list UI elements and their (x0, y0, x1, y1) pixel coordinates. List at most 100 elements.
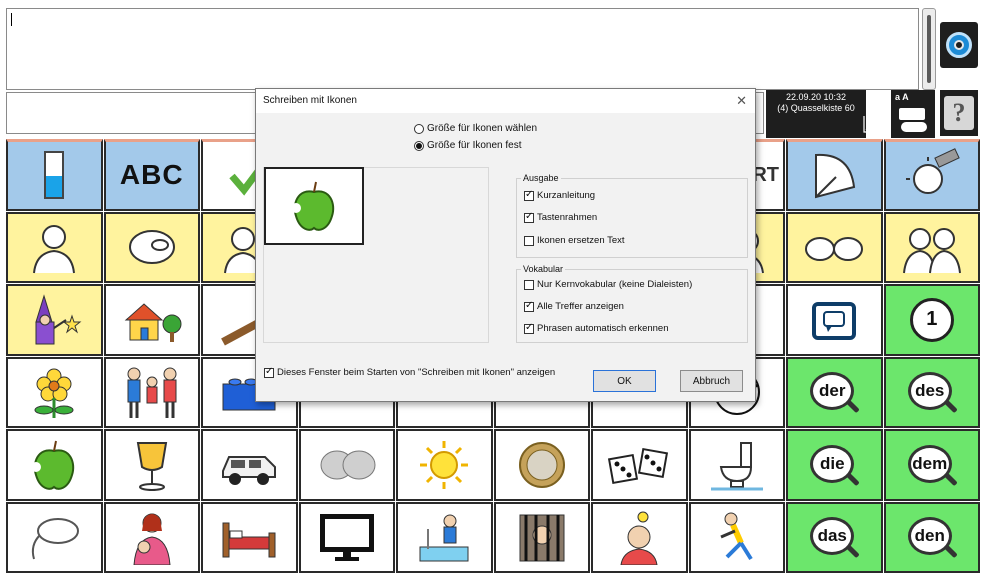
radio-fixed-size[interactable]: Größe für Ikonen fest (414, 140, 522, 151)
write-with-icons-dialog: Schreiben mit Ikonen ✕ Größe für Ikonen … (255, 88, 756, 402)
checkbox-detect-phrases[interactable]: Phrasen automatisch erkennen (524, 322, 669, 334)
radio-fixed-size-indicator[interactable] (414, 140, 424, 151)
checkbox-detect-phrases-box[interactable] (524, 322, 534, 334)
wizard-cell[interactable] (6, 284, 103, 356)
close-icon[interactable]: ✕ (736, 93, 747, 109)
man-signing-cell[interactable] (6, 211, 103, 283)
dice-cell[interactable] (591, 429, 688, 501)
abc-icon: ABC (119, 159, 184, 191)
checkbox-icons-replace-text-label: Ikonen ersetzen Text (537, 235, 625, 246)
status-profile: (4) Quasselkiste 60 (777, 103, 855, 113)
battery-cell[interactable] (6, 139, 103, 211)
text-scrollbar[interactable] (922, 8, 936, 90)
help-button[interactable]: ? (940, 90, 978, 136)
flower-cell[interactable] (6, 356, 103, 428)
checkbox-short-guide[interactable]: Kurzanleitung (524, 189, 595, 201)
idea-person-icon (620, 511, 658, 566)
message-text-area[interactable] (6, 8, 919, 90)
checkbox-icons-replace-text-box[interactable] (524, 235, 534, 246)
text-caret (11, 13, 12, 26)
gear-icon (946, 32, 972, 58)
magnifier-icon: den (906, 515, 958, 559)
idea-person-cell[interactable] (591, 501, 688, 573)
house-cell[interactable] (103, 284, 200, 356)
word-die-cell[interactable]: die (786, 429, 883, 501)
abc-cell[interactable]: ABC (103, 139, 200, 211)
car-cell[interactable] (201, 429, 298, 501)
bed-icon (222, 522, 276, 558)
family-icon (127, 367, 177, 419)
status-datetime: 22.09.20 10:32 (785, 92, 847, 102)
dialog-titlebar: Schreiben mit Ikonen ✕ (256, 89, 755, 113)
keyboard-letters: a A (895, 92, 909, 102)
word-des-cell[interactable]: des (883, 356, 980, 428)
fan-icon (815, 154, 856, 199)
word-das-cell[interactable]: das (786, 501, 883, 573)
radio-choose-size-indicator[interactable] (414, 123, 424, 134)
mother-baby-icon (133, 513, 171, 566)
checkbox-key-frame[interactable]: Tastenrahmen (524, 211, 597, 223)
magnifier-icon: das (808, 515, 860, 559)
checkbox-show-all-hits-box[interactable] (524, 300, 534, 312)
toilet-icon (710, 441, 763, 491)
ok-button[interactable]: OK (593, 370, 656, 392)
word-dem-cell[interactable]: dem (883, 429, 980, 501)
word-one-cell[interactable]: 1 (883, 284, 980, 356)
trend-graph-icon (863, 116, 890, 133)
apple-icon (291, 181, 335, 231)
eraser-cell[interactable] (883, 139, 980, 211)
tablet-cell[interactable] (786, 284, 883, 356)
glass-cell[interactable] (103, 429, 200, 501)
fan-cell[interactable] (786, 139, 883, 211)
mother-baby-cell[interactable] (103, 501, 200, 573)
checkbox-show-on-start-box[interactable] (264, 366, 274, 378)
checkbox-show-on-start[interactable]: Dieses Fenster beim Starten von "Schreib… (264, 366, 555, 378)
checkbox-short-guide-box[interactable] (524, 189, 534, 201)
swimming-pool-cell[interactable] (396, 501, 493, 573)
running-person-cell[interactable] (688, 501, 785, 573)
monitor-cell[interactable] (298, 501, 395, 573)
word-der-cell[interactable]: der (786, 356, 883, 428)
family-cell[interactable] (103, 356, 200, 428)
checkbox-core-vocab[interactable]: Nur Kernvokabular (keine Dialeisten) (524, 279, 692, 290)
checkbox-core-vocab-box[interactable] (524, 279, 534, 290)
checkbox-key-frame-box[interactable] (524, 211, 534, 223)
radio-choose-size-label: Größe für Ikonen wählen (427, 123, 538, 134)
cloud-icon (901, 122, 927, 132)
settings-button[interactable] (940, 22, 978, 68)
tablet-icon (812, 301, 857, 340)
elephant-cell[interactable] (298, 429, 395, 501)
two-hands-icon (805, 237, 864, 262)
checkbox-show-all-hits-label: Alle Treffer anzeigen (537, 301, 624, 312)
coin-cell[interactable] (493, 429, 590, 501)
apple-cell[interactable] (6, 429, 103, 501)
word-den-cell[interactable]: den (883, 501, 980, 573)
pointing-hand-icon (128, 230, 175, 265)
checkbox-detect-phrases-label: Phrasen automatisch erkennen (537, 323, 669, 334)
number-one-icon: 1 (909, 297, 954, 342)
toilet-cell[interactable] (688, 429, 785, 501)
icon-preview-frame (264, 167, 364, 245)
checkbox-show-all-hits[interactable]: Alle Treffer anzeigen (524, 300, 624, 312)
elephant-icon (320, 450, 376, 480)
radio-choose-size[interactable]: Größe für Ikonen wählen (414, 123, 537, 134)
two-hands-cell[interactable] (786, 211, 883, 283)
man-signing-icon (33, 225, 76, 274)
bed-cell[interactable] (201, 501, 298, 573)
glass-icon (136, 441, 167, 491)
vocab-group-label: Vokabular (521, 264, 566, 274)
sun-cell[interactable] (396, 429, 493, 501)
two-people-cell[interactable] (883, 211, 980, 283)
dice-icon (608, 447, 669, 484)
monitor-icon (319, 514, 374, 562)
magnifier-icon: der (808, 370, 860, 414)
flower-icon (34, 368, 74, 419)
computer-mouse-cell[interactable] (6, 501, 103, 573)
sun-icon (420, 440, 469, 489)
checkbox-icons-replace-text[interactable]: Ikonen ersetzen Text (524, 235, 625, 246)
pointing-hand-cell[interactable] (103, 211, 200, 283)
keyboard-toggle-button[interactable]: a A (891, 90, 935, 138)
start-icon: RT (752, 163, 779, 186)
cancel-button[interactable]: Abbruch (680, 370, 743, 392)
prison-cell[interactable] (493, 501, 590, 573)
